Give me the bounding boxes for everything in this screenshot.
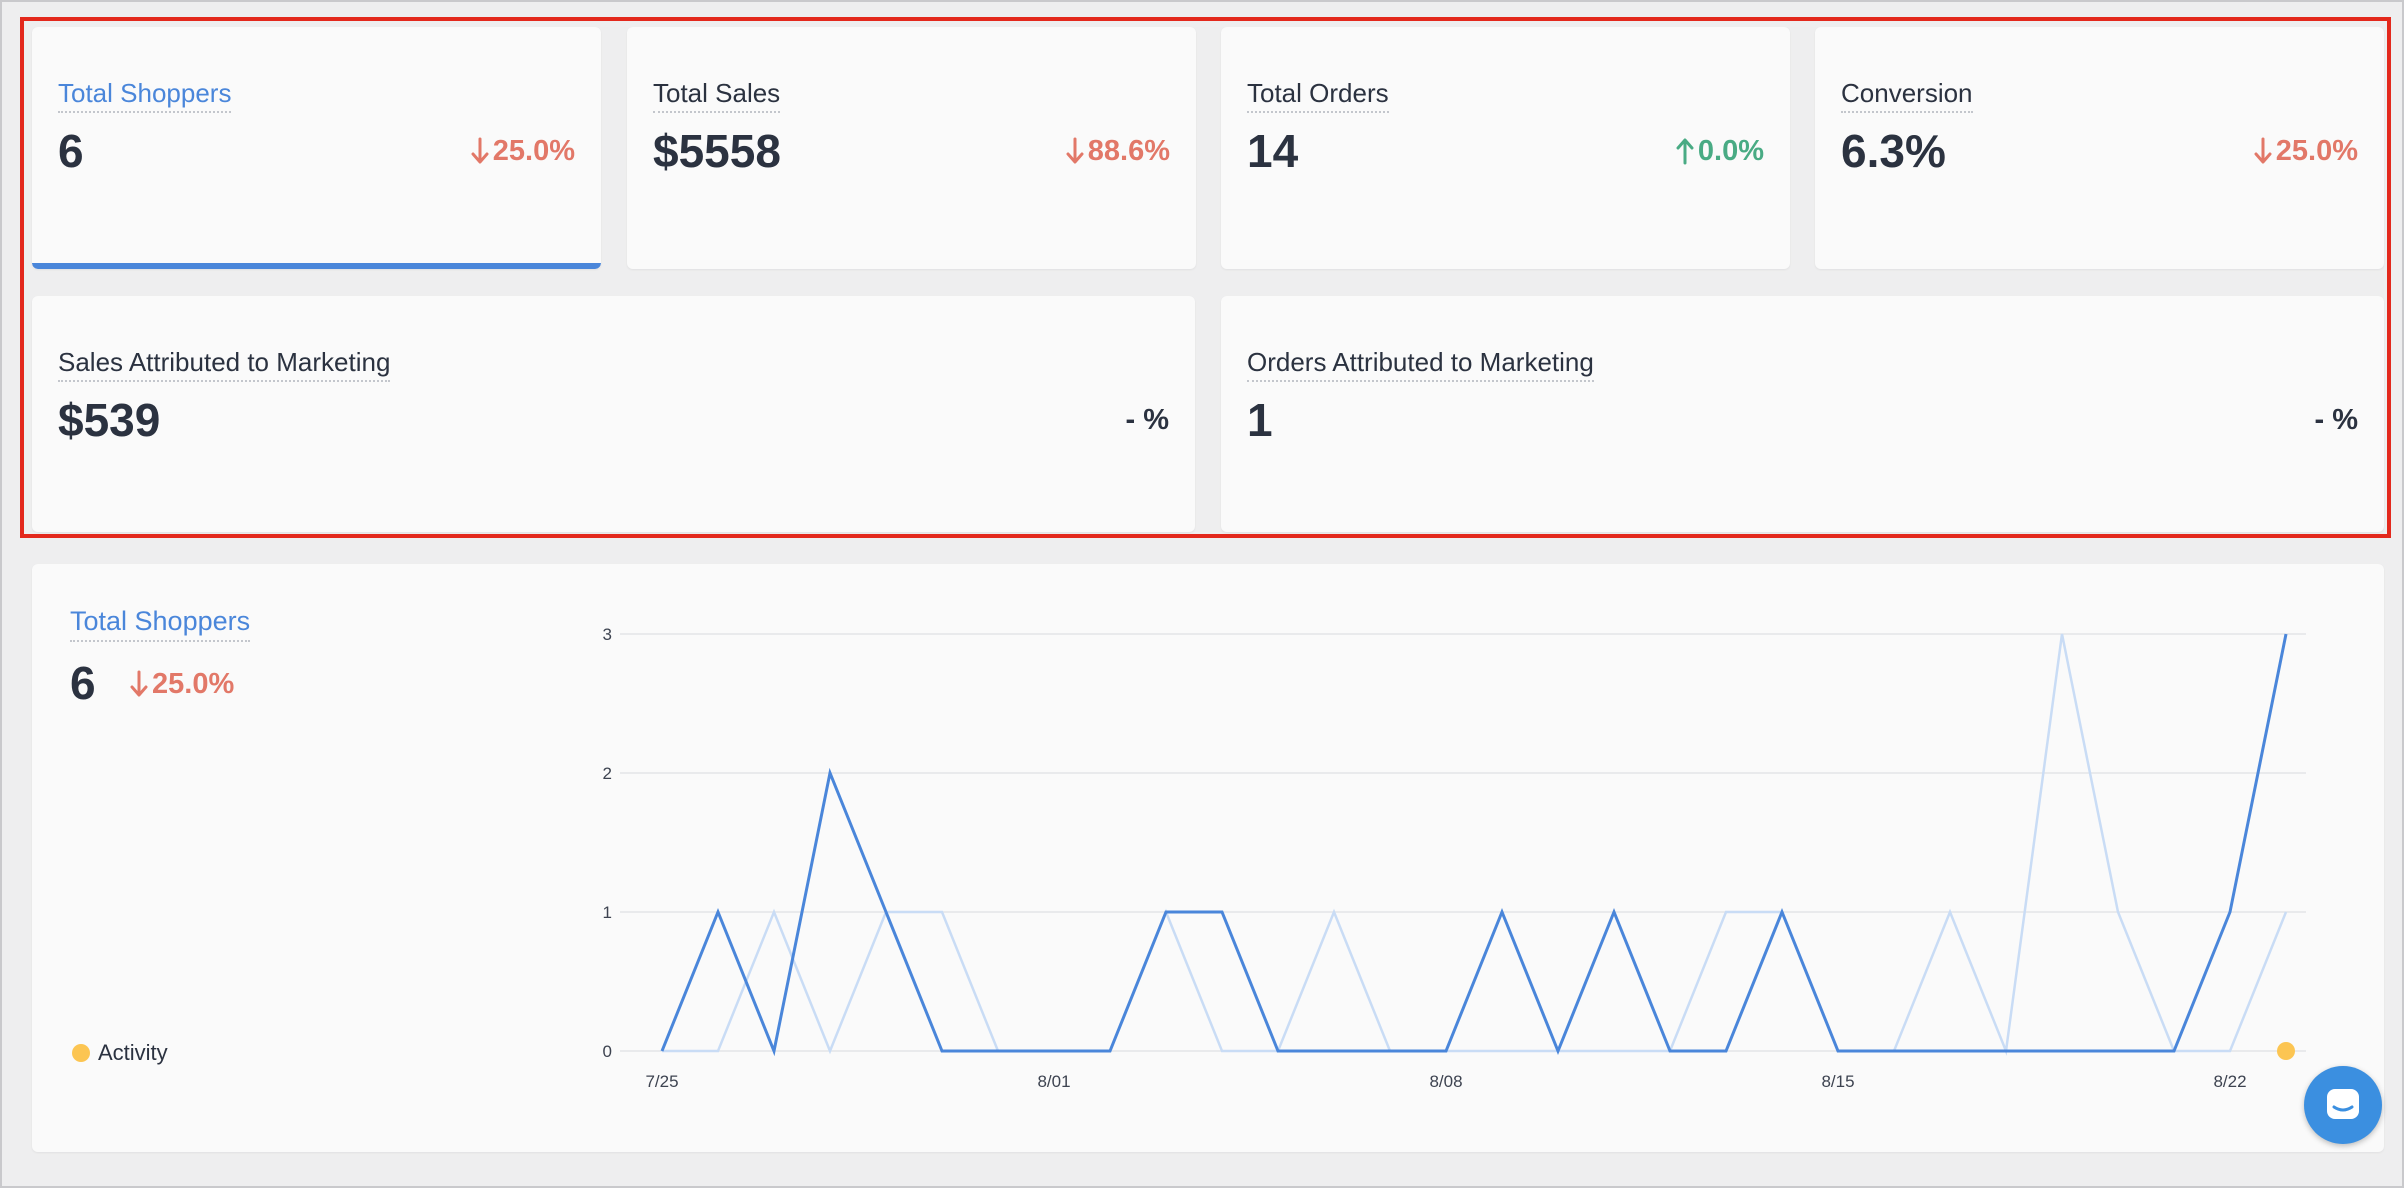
y-tick-label: 1 [603, 903, 612, 922]
activity-point[interactable] [2277, 1042, 2295, 1060]
x-tick-label: 8/01 [1037, 1072, 1070, 1091]
shoppers-line-chart: 0 1 2 3 7/25 8/01 8/08 8/15 8/22 [603, 625, 2306, 1091]
series-line-current [660, 633, 2288, 1057]
x-tick-label: 8/15 [1821, 1072, 1854, 1091]
chat-button[interactable] [2304, 1066, 2382, 1144]
y-tick-label: 2 [603, 764, 612, 783]
y-tick-label: 3 [603, 625, 612, 644]
x-tick-label: 8/22 [2213, 1072, 2246, 1091]
y-tick-label: 0 [603, 1042, 612, 1061]
chat-bubble-icon [2327, 1089, 2359, 1119]
x-tick-label: 8/08 [1429, 1072, 1462, 1091]
x-tick-label: 7/25 [645, 1072, 678, 1091]
series-line-previous [662, 633, 2288, 1056]
